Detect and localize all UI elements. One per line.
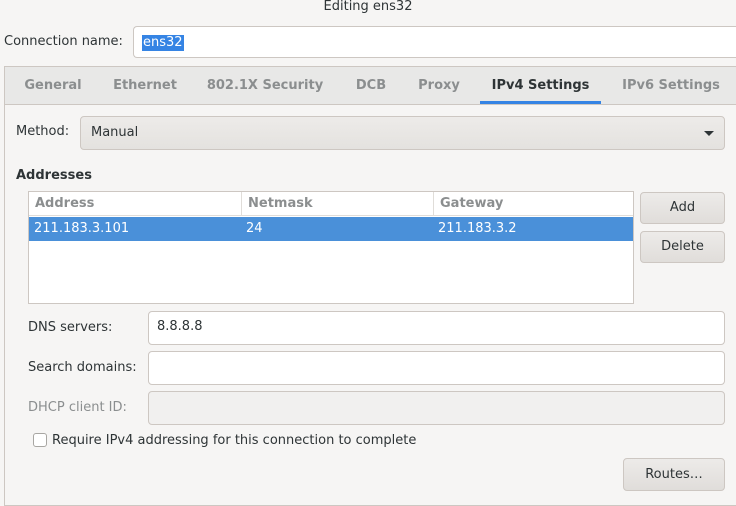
method-value: Manual bbox=[91, 125, 139, 140]
dhcp-client-id-label: DHCP client ID: bbox=[28, 400, 127, 415]
address-cell[interactable]: 211.183.3.101 bbox=[34, 217, 129, 241]
table-row[interactable]: 211.183.3.101 24 211.183.3.2 bbox=[29, 217, 633, 241]
dns-servers-label: DNS servers: bbox=[28, 320, 113, 335]
tab-bar: General Ethernet 802.1X Security DCB Pro… bbox=[5, 67, 736, 105]
search-domains-input[interactable] bbox=[148, 351, 725, 385]
tab-dcb[interactable]: DCB bbox=[341, 67, 401, 104]
method-dropdown[interactable]: Manual bbox=[80, 116, 725, 150]
delete-button[interactable]: Delete bbox=[640, 231, 725, 263]
routes-button[interactable]: Routes… bbox=[623, 458, 725, 491]
column-header-gateway[interactable]: Gateway bbox=[434, 192, 633, 216]
addresses-table[interactable]: Address Netmask Gateway 211.183.3.101 24… bbox=[28, 191, 634, 304]
tab-ethernet[interactable]: Ethernet bbox=[99, 67, 191, 104]
column-header-address[interactable]: Address bbox=[29, 192, 242, 216]
column-header-netmask[interactable]: Netmask bbox=[242, 192, 434, 216]
dns-servers-input[interactable]: 8.8.8.8 bbox=[148, 311, 725, 345]
chevron-down-icon bbox=[704, 131, 714, 136]
dhcp-client-id-input bbox=[148, 391, 725, 425]
tab-ipv4-settings[interactable]: IPv4 Settings bbox=[480, 67, 601, 104]
gateway-cell[interactable]: 211.183.3.2 bbox=[438, 217, 517, 241]
tab-proxy[interactable]: Proxy bbox=[403, 67, 475, 104]
connection-name-value: ens32 bbox=[142, 35, 184, 51]
require-ipv4-checkbox[interactable] bbox=[33, 433, 47, 447]
require-ipv4-label[interactable]: Require IPv4 addressing for this connect… bbox=[52, 433, 416, 448]
netmask-cell[interactable]: 24 bbox=[246, 217, 263, 241]
tab-general[interactable]: General bbox=[9, 67, 97, 104]
method-label: Method: bbox=[16, 124, 70, 139]
connection-name-input[interactable]: ens32 bbox=[133, 26, 736, 58]
tab-8021x-security[interactable]: 802.1X Security bbox=[195, 67, 335, 104]
window-title: Editing ens32 bbox=[323, 0, 413, 14]
add-button[interactable]: Add bbox=[640, 192, 725, 224]
connection-name-label: Connection name: bbox=[4, 34, 123, 49]
dns-servers-value: 8.8.8.8 bbox=[157, 319, 203, 334]
addresses-heading: Addresses bbox=[16, 168, 92, 183]
tab-ipv6-settings[interactable]: IPv6 Settings bbox=[607, 67, 735, 104]
search-domains-label: Search domains: bbox=[28, 360, 137, 375]
